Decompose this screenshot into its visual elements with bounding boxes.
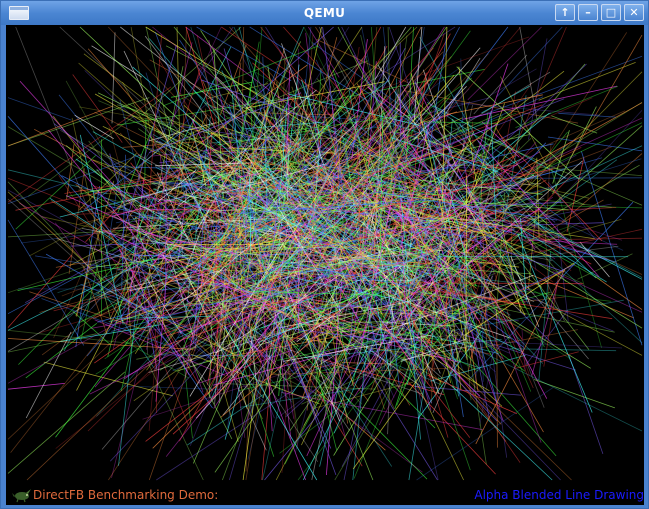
close-icon: ✕ [629, 6, 639, 19]
maximize-button[interactable]: □ [601, 4, 621, 21]
title-bar[interactable]: QEMU ↑ – □ ✕ [1, 1, 648, 25]
window-title: QEMU [303, 6, 346, 20]
blended-lines [7, 26, 643, 481]
minimize-icon: – [585, 6, 591, 19]
minimize-button[interactable]: – [578, 4, 598, 21]
arrow-up-icon: ↑ [560, 6, 570, 19]
maximize-icon: □ [605, 6, 617, 19]
close-button[interactable]: ✕ [624, 4, 644, 21]
directfb-mascot-icon [12, 489, 31, 503]
shade-button[interactable]: ↑ [555, 4, 575, 21]
emulator-screen[interactable]: DirectFB Benchmarking Demo: Alpha Blende… [6, 25, 644, 505]
demo-title-label: DirectFB Benchmarking Demo: [33, 488, 219, 502]
test-name-label: Alpha Blended Line Drawing [474, 488, 644, 502]
qemu-window: QEMU ↑ – □ ✕ DirectFB Benchmarking Demo:… [0, 0, 649, 509]
line-drawing-canvas [7, 26, 643, 481]
